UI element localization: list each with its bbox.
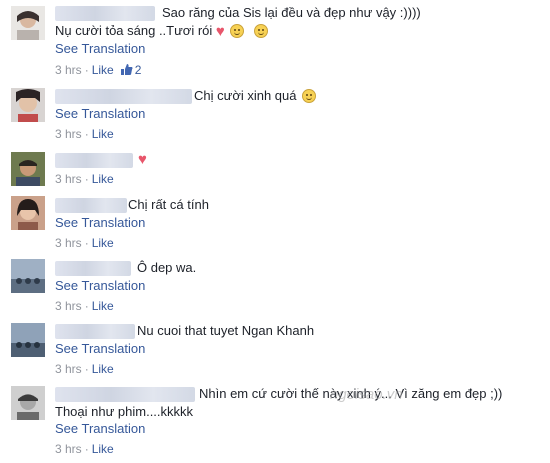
see-translation-link[interactable]: See Translation xyxy=(55,41,145,57)
like-link[interactable]: Like xyxy=(92,172,114,186)
avatar[interactable] xyxy=(11,386,45,420)
like-link[interactable]: Like xyxy=(92,236,114,250)
comment-meta: 3 hrs · Like 2 xyxy=(55,63,142,79)
comment-text: Chị cười xinh quá xyxy=(194,88,317,104)
heart-emoji: ♥ xyxy=(215,23,225,40)
heart-emoji: ♥ xyxy=(138,151,147,168)
commenter-name[interactable] xyxy=(55,198,127,213)
avatar[interactable] xyxy=(11,259,45,293)
like-link[interactable]: Like xyxy=(92,442,114,456)
comment-text: Nu cuoi that tuyet Ngan Khanh xyxy=(137,323,315,338)
like-link[interactable]: Like xyxy=(92,127,114,141)
comment-text-content: Nụ cười tỏa sáng ..Tươi rói xyxy=(55,23,213,38)
like-link[interactable]: Like xyxy=(92,63,114,77)
avatar[interactable] xyxy=(11,196,45,230)
timestamp: 3 hrs xyxy=(55,172,82,186)
avatar[interactable] xyxy=(11,152,45,186)
thumbs-up-icon[interactable] xyxy=(120,63,133,79)
comment-text-line2: Thoại như phim....kkkkk xyxy=(55,404,194,419)
see-translation-link[interactable]: See Translation xyxy=(55,421,145,437)
avatar[interactable] xyxy=(11,88,45,122)
comment-meta: 3 hrs · Like xyxy=(55,236,114,250)
comment-meta: 3 hrs · Like xyxy=(55,127,114,141)
commenter-name[interactable] xyxy=(55,89,192,104)
timestamp: 3 hrs xyxy=(55,127,82,141)
timestamp: 3 hrs xyxy=(55,299,82,313)
watermark-logo: ngoisao.vn xyxy=(330,386,403,403)
comment-meta: 3 hrs · Like xyxy=(55,442,114,456)
commenter-name[interactable] xyxy=(55,153,133,168)
comment-text: Chị rất cá tính xyxy=(128,197,209,212)
avatar[interactable] xyxy=(11,6,45,40)
smiley-emoji xyxy=(302,89,317,103)
like-link[interactable]: Like xyxy=(92,362,114,376)
comment-meta: 3 hrs · Like xyxy=(55,172,114,186)
commenter-name[interactable] xyxy=(55,387,195,402)
like-count[interactable]: 2 xyxy=(135,63,142,77)
comment-text-line2: Nụ cười tỏa sáng ..Tươi rói ♥ xyxy=(55,23,269,40)
smiley-emoji xyxy=(230,24,245,38)
commenter-name[interactable] xyxy=(55,324,135,339)
timestamp: 3 hrs xyxy=(55,362,82,376)
see-translation-link[interactable]: See Translation xyxy=(55,341,145,357)
see-translation-link[interactable]: See Translation xyxy=(55,278,145,294)
see-translation-link[interactable]: See Translation xyxy=(55,215,145,231)
comment-text-content: Chị cười xinh quá xyxy=(194,88,297,103)
timestamp: 3 hrs xyxy=(55,236,82,250)
like-link[interactable]: Like xyxy=(92,299,114,313)
commenter-name[interactable] xyxy=(55,6,155,21)
comment-meta: 3 hrs · Like xyxy=(55,362,114,376)
comment-meta: 3 hrs · Like xyxy=(55,299,114,313)
timestamp: 3 hrs xyxy=(55,442,82,456)
smiley-emoji xyxy=(254,24,269,38)
avatar[interactable] xyxy=(11,323,45,357)
comment-text: Ô dep wa. xyxy=(137,260,197,275)
timestamp: 3 hrs xyxy=(55,63,82,77)
see-translation-link[interactable]: See Translation xyxy=(55,106,145,122)
commenter-name[interactable] xyxy=(55,261,131,276)
comment-text: Sao răng của Sis lại đều và đẹp như vậy … xyxy=(162,5,421,20)
